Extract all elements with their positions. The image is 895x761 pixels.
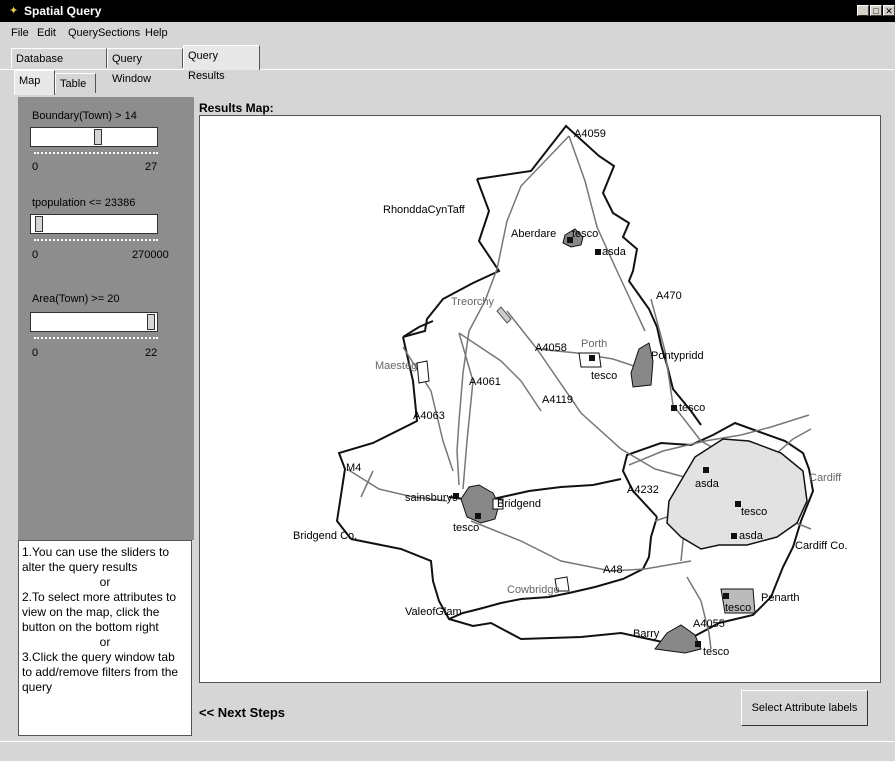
menu-file[interactable]: File (11, 27, 29, 39)
slider-ticks (34, 152, 158, 158)
map-label: Porth (581, 338, 607, 350)
instruction-or: or (99, 635, 111, 649)
results-map-label: Results Map: (199, 101, 274, 115)
instruction-or: or (99, 575, 111, 589)
map-label: A4059 (574, 128, 606, 140)
map-label: asda (695, 478, 720, 490)
map-label: asda (602, 246, 627, 258)
map-label: A4061 (469, 376, 501, 388)
boundary-slider[interactable] (30, 127, 158, 147)
menu-query-sections[interactable]: QuerySections (68, 27, 140, 39)
map-label: ValeofGlam (405, 606, 462, 618)
map-label: tesco (725, 602, 751, 614)
slider-min: 0 (32, 347, 39, 359)
slider-panel: Boundary(Town) > 14 0 27 tpopulation <= … (18, 97, 194, 540)
map-label: Cowbridge (507, 584, 560, 596)
slider-thumb[interactable] (35, 216, 43, 232)
map-label: Barry (633, 628, 660, 640)
select-attribute-labels-button[interactable]: Select Attribute labels (741, 690, 868, 726)
map-label: M4 (346, 462, 361, 474)
area-slider[interactable] (30, 312, 158, 332)
map-label: Penarth (761, 592, 800, 604)
map-label: A4119 (542, 394, 573, 406)
tab-database-schema[interactable]: Database Schema (11, 48, 107, 85)
map-label: RhonddaCynTaff (383, 204, 466, 216)
app-icon: ✦ (9, 5, 19, 17)
map-label: Treorchy (451, 296, 494, 308)
close-button[interactable]: ✕ (883, 5, 895, 16)
window-title: Spatial Query (24, 4, 102, 18)
menu-help[interactable]: Help (145, 27, 168, 39)
map-label: tesco (591, 370, 617, 382)
slider-max: 270000 (132, 249, 169, 261)
slider-min: 0 (32, 161, 39, 173)
title-bar: ✦ Spatial Query _ □ ✕ (0, 0, 895, 22)
map-label: asda (739, 530, 764, 542)
slider-min: 0 (32, 249, 39, 261)
map-label: tesco (741, 506, 767, 518)
next-steps-link[interactable]: << Next Steps (199, 705, 285, 720)
slider-label-population: tpopulation <= 23386 (32, 197, 136, 209)
map-label: tesco (572, 228, 598, 240)
status-bar (0, 741, 895, 761)
instruction-3: 3.Click the query window tab to add/remo… (22, 650, 179, 694)
map-label: A4055 (693, 618, 725, 630)
tab-table[interactable]: Table (55, 73, 96, 93)
menu-bar: File Edit QuerySections Help (0, 24, 895, 42)
maximize-button[interactable]: □ (870, 5, 882, 16)
slider-label-boundary: Boundary(Town) > 14 (32, 110, 137, 122)
instruction-2: 2.To select more attributes to view on t… (22, 590, 177, 634)
map-label: A4063 (413, 410, 445, 422)
map-label: Cardiff Co. (795, 540, 847, 552)
map-label: Pontypridd (651, 350, 704, 362)
slider-ticks (34, 239, 158, 245)
slider-thumb[interactable] (94, 129, 102, 145)
map-label: A48 (603, 564, 623, 576)
map-label: A470 (656, 290, 682, 302)
map-label: A4058 (535, 342, 567, 354)
population-slider[interactable] (30, 214, 158, 234)
slider-thumb[interactable] (147, 314, 155, 330)
map-label: Aberdare (511, 228, 556, 240)
tab-query-window[interactable]: Query Window (107, 48, 183, 85)
map-label: tesco (679, 402, 705, 414)
main-tabs: Database Schema Query Window Query Resul… (0, 45, 895, 85)
map-label: Bridgend Co. (293, 530, 357, 542)
slider-ticks (34, 337, 158, 343)
slider-label-area: Area(Town) >= 20 (32, 293, 120, 305)
results-map[interactable]: A4059 RhonddaCynTaff Aberdare tesco asda… (199, 115, 881, 683)
map-label: A4232 (627, 484, 659, 496)
sub-tabs: Map Table (0, 70, 895, 96)
tab-map[interactable]: Map (14, 70, 55, 95)
map-label: tesco (453, 522, 479, 534)
tab-query-results[interactable]: Query Results (183, 45, 260, 82)
map-label: Bridgend (497, 498, 541, 510)
map-label: Cardiff (809, 472, 842, 484)
instruction-1: 1.You can use the sliders to alter the q… (22, 545, 169, 574)
slider-max: 27 (145, 161, 158, 173)
map-label: sainsburys (405, 492, 458, 504)
map-label: Maesteg (375, 360, 417, 372)
menu-edit[interactable]: Edit (37, 27, 56, 39)
instructions-box: 1.You can use the sliders to alter the q… (18, 540, 192, 736)
slider-max: 22 (145, 347, 158, 359)
map-canvas[interactable]: A4059 RhonddaCynTaff Aberdare tesco asda… (200, 116, 880, 682)
map-label: tesco (703, 646, 729, 658)
minimize-button[interactable]: _ (857, 5, 869, 16)
